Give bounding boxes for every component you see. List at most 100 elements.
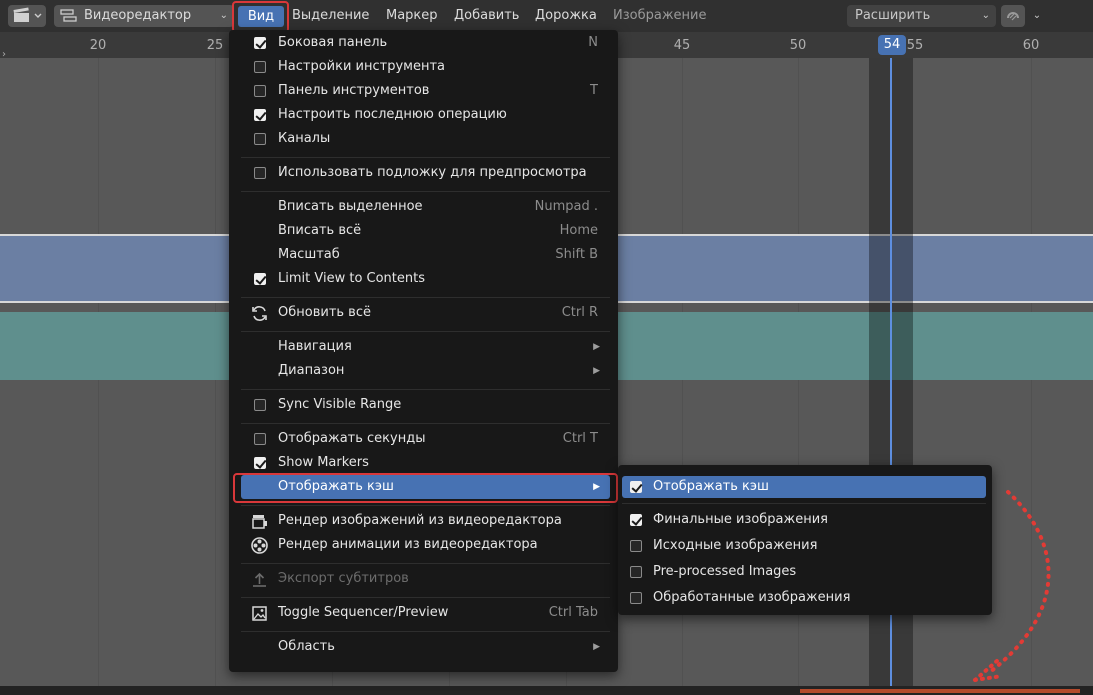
submenu-item-raw-images[interactable]: Исходные изображения [622,535,986,557]
overlap-mode-select[interactable]: Расширить ⌄ [847,5,996,27]
render-animation-icon [251,537,268,554]
snap-toggle[interactable] [1001,5,1025,27]
menu-item-tool-settings[interactable]: Настройки инструмента [241,55,610,79]
submenu-item-composite-images[interactable]: Обработанные изображения [622,587,986,609]
current-frame-badge[interactable]: 54 [878,35,906,55]
menu-item-label: Отображать секунды [278,431,426,446]
menu-select[interactable]: Выделение [287,5,374,27]
menu-item-label: Рендер анимации из видеоредактора [278,537,538,552]
menu-item-refresh-all[interactable]: Обновить всё Ctrl R [241,301,610,325]
menu-item-area[interactable]: Область ▶ [241,635,610,659]
submenu-item-final-images[interactable]: Финальные изображения [622,509,986,531]
menu-item-label: Обработанные изображения [653,590,851,605]
overlap-mode-label: Расширить [855,8,931,23]
clapper-icon [13,7,42,22]
sequencer-strips-icon [60,9,77,22]
menu-separator [241,191,610,192]
menu-item-preview-backdrop[interactable]: Использовать подложку для предпросмотра [241,161,610,185]
menu-item-frame-selected[interactable]: Вписать выделенное Numpad . [241,195,610,219]
checkbox[interactable] [254,37,266,49]
checkbox[interactable] [254,109,266,121]
chevron-down-icon: ⌄ [219,10,228,21]
ruler-tick: 55 [906,38,924,53]
menu-item-label: Pre-processed Images [653,564,797,579]
sequencer-mode-label: Видеоредактор [84,8,192,23]
checkbox[interactable] [630,566,642,578]
menu-item-label: Toggle Sequencer/Preview [278,605,449,620]
checkbox[interactable] [254,433,266,445]
submenu-item-preprocessed-images[interactable]: Pre-processed Images [622,561,986,583]
menu-item-render-still[interactable]: Рендер изображений из видеоредактора [241,509,610,533]
menu-item-label: Финальные изображения [653,512,828,527]
checkbox[interactable] [630,592,642,604]
submenu-arrow-icon: ▶ [593,342,600,352]
shortcut: Ctrl Tab [548,605,598,620]
shortcut: Ctrl R [561,305,598,320]
checkbox[interactable] [630,514,642,526]
editor-type-button[interactable] [8,5,46,27]
chevron-down-icon: ⌄ [981,10,990,21]
menu-item-limit-view[interactable]: Limit View to Contents [241,267,610,291]
checkbox[interactable] [254,133,266,145]
highlight-show-cache [233,473,618,503]
menu-item-frame-all[interactable]: Вписать всё Home [241,219,610,243]
checkbox[interactable] [254,167,266,179]
menu-item-label: Панель инструментов [278,83,430,98]
menu-separator [241,563,610,564]
cache-indicator [800,689,1080,693]
menu-strip[interactable]: Дорожка [530,5,602,27]
menu-item-zoom[interactable]: Масштаб Shift B [241,243,610,267]
menu-item-label: Использовать подложку для предпросмотра [278,165,587,180]
ruler-tick: 60 [1022,38,1040,53]
menu-item-label: Экспорт субтитров [278,571,409,586]
menu-item-sync-visible-range[interactable]: Sync Visible Range [241,393,610,417]
menu-separator [241,331,610,332]
menu-item-channels[interactable]: Каналы [241,127,610,151]
menu-item-toggle-sequencer-preview[interactable]: Toggle Sequencer/Preview Ctrl Tab [241,601,610,625]
menu-item-label: Вписать выделенное [278,199,423,214]
ruler-tick: 20 [89,38,107,53]
menu-item-label: Отображать кэш [653,479,769,494]
menu-item-show-seconds[interactable]: Отображать секунды Ctrl T [241,427,610,451]
menu-marker[interactable]: Маркер [381,5,443,27]
menu-item-label: Limit View to Contents [278,271,425,286]
submenu-item-show-cache[interactable]: Отображать кэш [622,476,986,498]
menu-item-toolbar[interactable]: Панель инструментов T [241,79,610,103]
menu-add[interactable]: Добавить [449,5,524,27]
shortcut: Ctrl T [562,431,598,446]
menu-item-render-animation[interactable]: Рендер анимации из видеоредактора [241,533,610,557]
menu-image[interactable]: Изображение [608,5,711,27]
menu-separator [241,597,610,598]
chevron-down-icon[interactable]: ⌄ [1027,5,1047,27]
highlight-view-menu [232,1,289,33]
image-icon [252,606,267,621]
checkbox[interactable] [254,457,266,469]
shortcut: Numpad . [534,199,598,214]
menu-separator [241,297,610,298]
render-still-icon [252,515,267,529]
expand-sidebar-icon[interactable]: › [2,49,6,60]
menu-item-adjust-last-operation[interactable]: Настроить последнюю операцию [241,103,610,127]
checkbox[interactable] [254,273,266,285]
checkbox[interactable] [254,85,266,97]
menu-item-label: Боковая панель [278,35,388,50]
menu-item-range[interactable]: Диапазон ▶ [241,359,610,383]
menu-item-label: Исходные изображения [653,538,818,553]
ruler-tick: 50 [789,38,807,53]
submenu-arrow-icon: ▶ [593,642,600,652]
shortcut: Home [559,223,598,238]
sequencer-mode-select[interactable]: Видеоредактор ⌄ [54,5,234,27]
checkbox[interactable] [254,399,266,411]
shortcut: N [588,35,598,50]
menu-item-label: Настроить последнюю операцию [278,107,507,122]
menu-separator [241,631,610,632]
menu-item-sidebar[interactable]: Боковая панель N [241,31,610,55]
refresh-icon [252,306,267,321]
menu-item-navigation[interactable]: Навигация ▶ [241,335,610,359]
checkbox[interactable] [254,61,266,73]
ruler-tick: 25 [206,38,224,53]
menu-item-show-markers[interactable]: Show Markers [241,451,610,475]
checkbox[interactable] [630,540,642,552]
checkbox[interactable] [630,481,642,493]
menu-item-label: Область [278,639,335,654]
